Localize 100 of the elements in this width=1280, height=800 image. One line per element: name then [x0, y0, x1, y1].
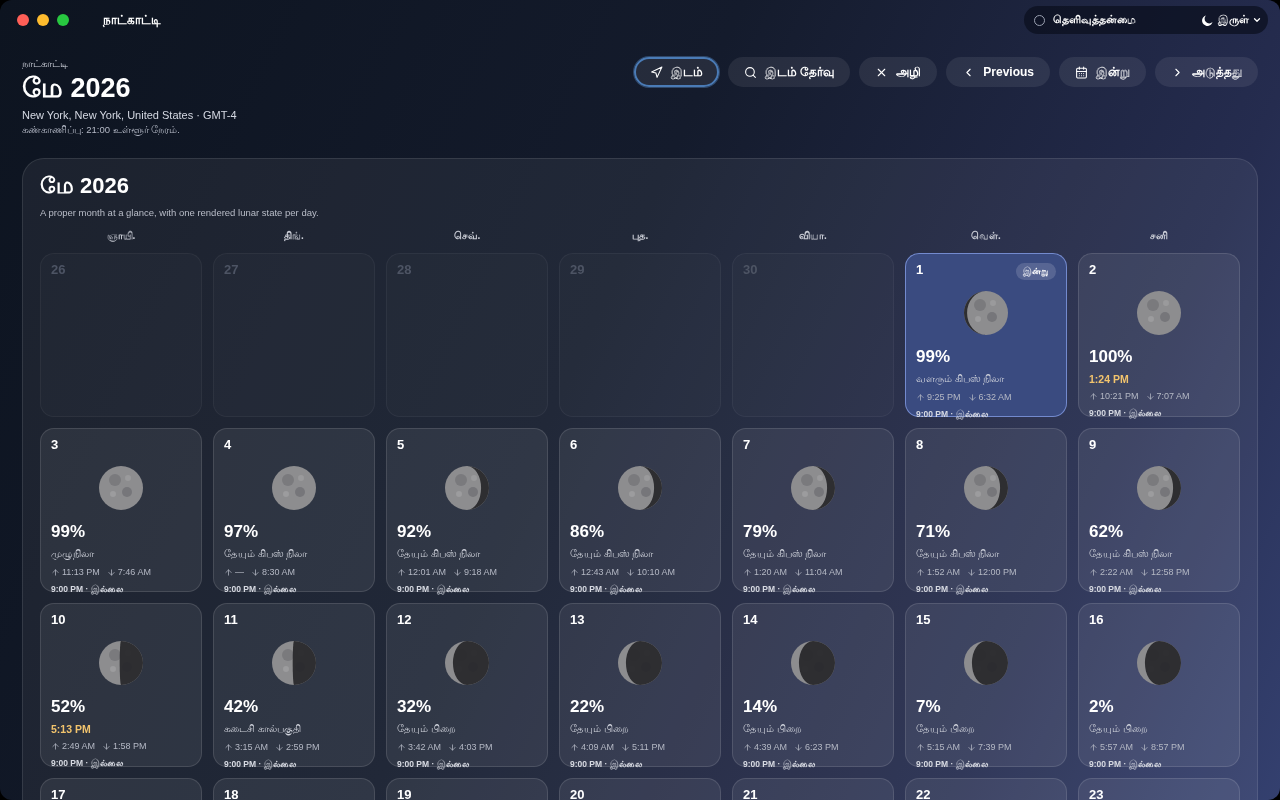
toolbar-button[interactable]: இடம்: [633, 57, 719, 87]
moonset-time: 12:00 PM: [978, 567, 1017, 577]
observation-note: 9:00 PM · இல்லை: [51, 584, 123, 595]
moonrise-time: 11:13 PM: [62, 567, 100, 577]
illumination-percent: 99%: [51, 522, 86, 542]
phase-name: தேயும் பிறை: [570, 723, 629, 736]
moonset-time: 8:57 PM: [1151, 742, 1185, 752]
moonrise-time: 12:01 AM: [408, 567, 447, 577]
illumination-percent: 22%: [570, 697, 605, 717]
weekday-label: சனி: [1149, 230, 1169, 243]
illumination-percent: 62%: [1089, 522, 1124, 542]
moonrise-time: 1:20 AM: [754, 567, 788, 577]
arrow-down-icon: [1140, 567, 1150, 577]
day-card[interactable]: 10 52% 5:13 PM 2:49 AM 1:58 PM 9:00 PM · இல்லை: [40, 603, 202, 767]
moonset-time: 6:23 PM: [805, 742, 839, 752]
moon-drawing: [1135, 464, 1183, 512]
observation-note: 9:00 PM · இல்லை: [224, 584, 296, 595]
moonset-time: 8:30 AM: [262, 567, 296, 577]
observation-note: 9:00 PM · இல்லை: [570, 584, 642, 595]
moonset-time: 5:11 PM: [632, 742, 665, 752]
day-number: 20: [570, 787, 585, 800]
arrow-up-icon: [743, 742, 752, 752]
day-number: 17: [51, 787, 66, 800]
search-icon: [743, 65, 757, 79]
day-number: 11: [224, 612, 238, 627]
moon-drawing: [616, 639, 664, 687]
moonset-time: 4:03 PM: [459, 742, 493, 752]
arrow-up-icon: [916, 742, 925, 752]
day-number: 6: [570, 437, 578, 452]
phase-name: வளரும் கிபஸ் நிலா: [916, 373, 1005, 386]
moonrise-time: 2:22 AM: [1100, 567, 1134, 577]
arrow-up-icon: [1089, 742, 1098, 752]
arrow-down-icon: [967, 742, 977, 752]
arrow-up-icon: [916, 567, 925, 577]
phase-name: முழுநிலா: [51, 548, 94, 561]
arrow-down-icon: [102, 741, 112, 751]
phase-name: தேயும் பிறை: [916, 723, 975, 736]
moonset-time: 7:46 AM: [117, 567, 151, 577]
day-number: 15: [916, 612, 931, 627]
arrow-down-icon: [453, 567, 463, 577]
day-card[interactable]: 2 100% 1:24 PM 10:21 PM 7:07 AM 9:00 PM · இல்லை: [1078, 253, 1240, 417]
illumination-percent: 42%: [224, 697, 259, 717]
day-number: 21: [743, 787, 758, 800]
moonset-time: 11:04 AM: [805, 567, 843, 577]
today-badge: இன்று: [1016, 263, 1056, 280]
arrow-down-icon: [967, 567, 977, 577]
arrow-up-icon: [570, 742, 579, 752]
illumination-percent: 79%: [743, 522, 778, 542]
moonset-time: 7:07 AM: [1156, 391, 1190, 401]
arrow-up-icon: [224, 567, 233, 577]
navigation-arrow-icon: [649, 65, 663, 79]
minimize-window-button[interactable]: [37, 14, 49, 26]
day-card[interactable]: 22: [905, 778, 1067, 800]
arrow-down-icon: [251, 567, 260, 577]
toolbar-button[interactable]: அழி: [859, 57, 938, 87]
arrow-down-icon: [967, 392, 977, 402]
observation-note: 9:00 PM · இல்லை: [916, 409, 988, 420]
location-text: New York, New York, United States · GMT-4: [22, 109, 237, 121]
moonset-time: 7:39 PM: [978, 742, 1012, 752]
moon-drawing: [270, 639, 318, 687]
close-window-button[interactable]: [17, 14, 29, 26]
observation-note: 9:00 PM · இல்லை: [224, 759, 296, 770]
moon-drawing: [97, 639, 145, 687]
moonset-time: 12:58 PM: [1151, 567, 1190, 577]
toolbar-button[interactable]: இடம் தேர்வு: [727, 57, 851, 87]
phase-name: தேயும் பிறை: [743, 723, 802, 736]
observation-note: 9:00 PM · இல்லை: [916, 584, 988, 595]
chevron-down-icon: [1252, 15, 1262, 25]
observation-note: 9:00 PM · இல்லை: [1089, 584, 1161, 595]
day-number: 18: [224, 787, 239, 800]
moonset-time: 1:58 PM: [113, 741, 147, 751]
toolbar-button[interactable]: இன்று: [1059, 57, 1146, 87]
arrow-down-icon: [794, 742, 804, 752]
moon-drawing: [962, 289, 1010, 337]
phase-name: தேயும் கிபஸ் நிலா: [224, 548, 308, 561]
observation-note: 9:00 PM · இல்லை: [397, 759, 469, 770]
day-card[interactable]: 19: [386, 778, 548, 800]
day-number: 7: [743, 437, 751, 452]
day-card[interactable]: 17: [40, 778, 202, 800]
illumination-percent: 7%: [916, 697, 941, 717]
toolbar-button[interactable]: Previous: [946, 57, 1050, 87]
toolbar-button[interactable]: அடுத்தது: [1155, 57, 1258, 87]
zoom-window-button[interactable]: [57, 14, 69, 26]
arrow-up-icon: [397, 567, 406, 577]
day-card[interactable]: 23: [1078, 778, 1240, 800]
day-number: 3: [51, 437, 59, 452]
day-number: 19: [397, 787, 412, 800]
day-card[interactable]: 18: [213, 778, 375, 800]
theme-dropdown[interactable]: இருள்: [1200, 12, 1262, 28]
moonrise-time: 3:42 AM: [408, 742, 442, 752]
day-number: 12: [397, 612, 412, 627]
clarity-toggle[interactable]: தெளிவுத்தன்மை: [1034, 13, 1196, 27]
moon-drawing: [962, 639, 1010, 687]
moonset-time: 9:18 AM: [464, 567, 498, 577]
day-card[interactable]: 20: [559, 778, 721, 800]
day-card[interactable]: 21: [732, 778, 894, 800]
illumination-percent: 99%: [916, 347, 951, 367]
day-number: 1: [916, 262, 924, 277]
illumination-percent: 100%: [1089, 347, 1133, 367]
moonset-time: 2:59 PM: [286, 742, 320, 752]
